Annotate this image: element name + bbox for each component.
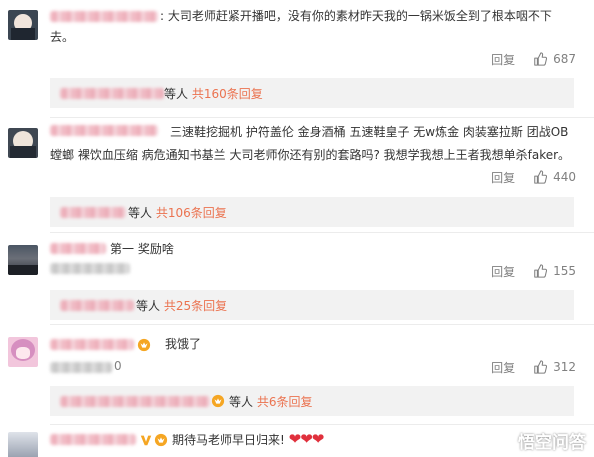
reply-usernames <box>60 300 134 311</box>
v-badge-icon <box>140 435 152 446</box>
reply-summary[interactable]: 等人 共160条回复 <box>164 85 263 102</box>
blurred-meta <box>50 362 112 373</box>
reply-summary[interactable]: 等人 共25条回复 <box>136 297 227 314</box>
reply-count[interactable]: 共106条回复 <box>156 206 227 220</box>
heart-emoji: ❤❤❤ <box>288 430 325 448</box>
avatar[interactable] <box>8 10 38 40</box>
vip-badge-icon <box>137 338 151 352</box>
comment-actions: 回复 155 <box>491 263 576 279</box>
comment-actions: 回复 687 <box>491 51 576 67</box>
like-count: 312 <box>553 360 576 374</box>
meta-suffix: 0 <box>114 359 122 373</box>
comment-text: 三速鞋挖掘机 护符盖伦 金身酒桶 五速鞋皇子 无w炼金 肉装塞拉斯 团战OB <box>170 125 569 139</box>
reply-summary-box[interactable]: 等人 共6条回复 <box>50 386 574 416</box>
comment-text-body: 期待马老师早日归来! <box>172 433 285 447</box>
comment-actions: 回复 440 <box>491 169 576 185</box>
thumbs-up-icon <box>534 52 548 66</box>
reply-count[interactable]: 共160条回复 <box>192 87 263 101</box>
reply-usernames <box>60 396 210 407</box>
username[interactable] <box>50 243 106 254</box>
thumbs-up-icon <box>534 360 548 374</box>
username[interactable] <box>50 434 136 445</box>
comment-item: 我饿了 0 回复 312 等人 共6条回复 <box>0 325 594 425</box>
like-button[interactable]: 312 <box>533 360 576 374</box>
like-count: 687 <box>553 52 576 66</box>
comment-item: : 大司老师赶紧开播吧，没有你的素材昨天我的一锅米饭全到了根本咽不下 去。 回复… <box>0 0 594 118</box>
reply-usernames <box>60 207 126 218</box>
reply-summary[interactable]: 等人 共6条回复 <box>229 393 312 410</box>
like-button[interactable]: 155 <box>533 264 576 278</box>
reply-suffix: 等人 <box>136 299 161 313</box>
reply-summary-box[interactable]: 等人 共160条回复 <box>50 78 574 108</box>
reply-button[interactable]: 回复 <box>491 169 515 186</box>
like-button[interactable]: 687 <box>533 52 576 66</box>
reply-button[interactable]: 回复 <box>491 51 515 68</box>
username[interactable] <box>50 11 158 22</box>
vip-badge-icon <box>154 433 168 447</box>
username[interactable] <box>50 125 158 136</box>
reply-summary-box[interactable]: 等人 共25条回复 <box>50 290 574 320</box>
comment-text: 第一 奖励啥 <box>110 242 174 256</box>
vip-badge-icon <box>211 394 225 408</box>
reply-button[interactable]: 回复 <box>491 263 515 280</box>
reply-suffix: 等人 <box>128 206 153 220</box>
avatar[interactable] <box>8 245 38 275</box>
comment-text-continued: 螳螂 裸饮血压缩 病危通知书基兰 大司老师你还有别的套路吗? 我想学我想上王者我… <box>50 148 571 162</box>
reply-suffix: 等人 <box>229 395 254 409</box>
watermark: 悟空问答 <box>492 428 586 453</box>
thumbs-up-icon <box>534 170 548 184</box>
username[interactable] <box>50 339 134 350</box>
comment-item: 第一 奖励啥 回复 155 等人 共25条回复 <box>0 233 594 325</box>
comment-text: 期待马老师早日归来! ❤❤❤ <box>172 428 325 451</box>
wukong-logo-icon <box>493 430 513 451</box>
thumbs-up-icon <box>534 264 548 278</box>
reply-count[interactable]: 共25条回复 <box>164 299 227 313</box>
watermark-text: 悟空问答 <box>518 433 586 453</box>
reply-usernames <box>60 88 164 99</box>
comment-actions: 回复 312 <box>491 359 576 375</box>
avatar[interactable] <box>8 337 38 367</box>
comment-text: : 大司老师赶紧开播吧，没有你的素材昨天我的一锅米饭全到了根本咽不下 <box>160 9 552 23</box>
comment-text-continued: 去。 <box>50 30 75 44</box>
reply-summary[interactable]: 等人 共106条回复 <box>128 204 227 221</box>
avatar[interactable] <box>8 128 38 158</box>
reply-suffix: 等人 <box>164 87 189 101</box>
reply-count[interactable]: 共6条回复 <box>257 395 313 409</box>
like-button[interactable]: 440 <box>533 170 576 184</box>
blurred-meta <box>50 263 130 274</box>
reply-summary-box[interactable]: 等人 共106条回复 <box>50 197 574 227</box>
like-count: 155 <box>553 264 576 278</box>
comment-item: 三速鞋挖掘机 护符盖伦 金身酒桶 五速鞋皇子 无w炼金 肉装塞拉斯 团战OB 螳… <box>0 118 594 233</box>
like-count: 440 <box>553 170 576 184</box>
comment-text: 我饿了 <box>165 337 202 351</box>
avatar[interactable] <box>8 432 38 457</box>
reply-button[interactable]: 回复 <box>491 359 515 376</box>
